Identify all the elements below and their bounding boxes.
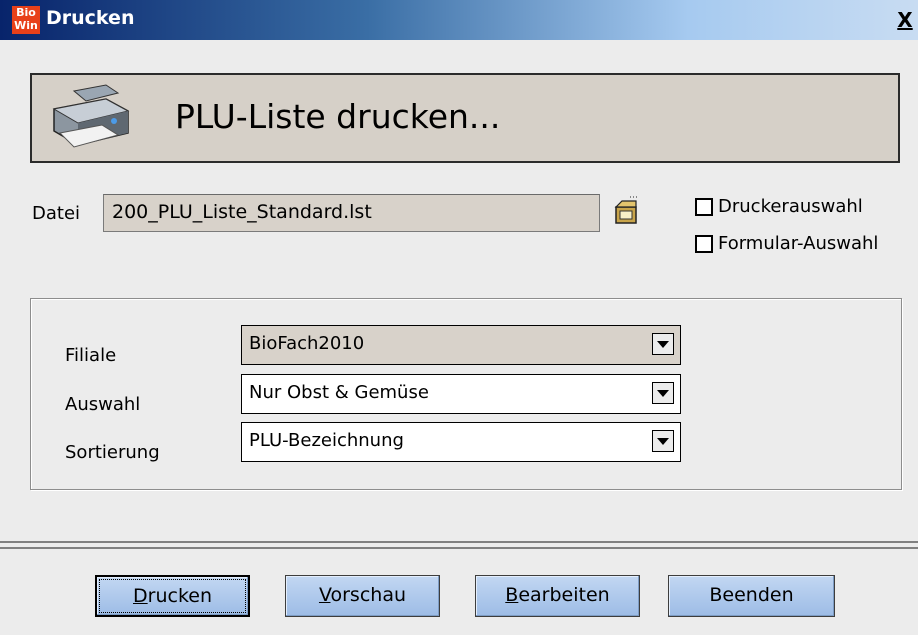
chevron-down-icon[interactable] <box>652 430 674 452</box>
sortierung-label: Sortierung <box>65 442 160 463</box>
form-select-label: Formular-Auswahl <box>718 233 879 254</box>
filiale-value: BioFach2010 <box>249 333 365 354</box>
banner-title: PLU-Liste drucken... <box>175 97 501 136</box>
auswahl-select[interactable]: Nur Obst & Gemüse <box>241 374 681 414</box>
exit-button[interactable]: Beenden <box>668 575 835 617</box>
header-banner: PLU-Liste drucken... <box>30 73 900 163</box>
preview-button[interactable]: Vorschau <box>285 575 440 617</box>
printer-select-label: Druckerauswahl <box>718 196 863 217</box>
print-button[interactable]: Drucken <box>95 575 250 617</box>
file-field[interactable]: 200_PLU_Liste_Standard.lst <box>103 194 600 232</box>
sortierung-select[interactable]: PLU-Bezeichnung <box>241 422 681 462</box>
window-title: Drucken <box>46 7 135 29</box>
sortierung-value: PLU-Bezeichnung <box>249 430 404 451</box>
auswahl-label: Auswahl <box>65 394 141 415</box>
button-separator <box>0 541 918 549</box>
form-select-box[interactable] <box>695 234 713 253</box>
filiale-label: Filiale <box>65 345 117 366</box>
chevron-down-icon[interactable] <box>652 382 674 404</box>
form-select-checkbox[interactable]: Formular-Auswahl <box>695 233 878 254</box>
filter-group: Filiale BioFach2010 Auswahl Nur Obst & G… <box>30 298 902 490</box>
edit-button[interactable]: Bearbeiten <box>475 575 640 617</box>
chevron-down-icon[interactable] <box>652 333 674 355</box>
auswahl-value: Nur Obst & Gemüse <box>249 382 429 403</box>
file-label: Datei <box>32 203 81 224</box>
filiale-select[interactable]: BioFach2010 <box>241 325 681 365</box>
title-bar: Bio Win Drucken X <box>0 0 918 40</box>
folder-open-icon[interactable] <box>612 195 640 227</box>
printer-icon <box>52 84 130 148</box>
close-button[interactable]: X <box>892 9 918 33</box>
printer-select-checkbox[interactable]: Druckerauswahl <box>695 196 863 217</box>
app-logo-icon: Bio Win <box>12 6 40 34</box>
printer-select-box[interactable] <box>695 197 713 216</box>
